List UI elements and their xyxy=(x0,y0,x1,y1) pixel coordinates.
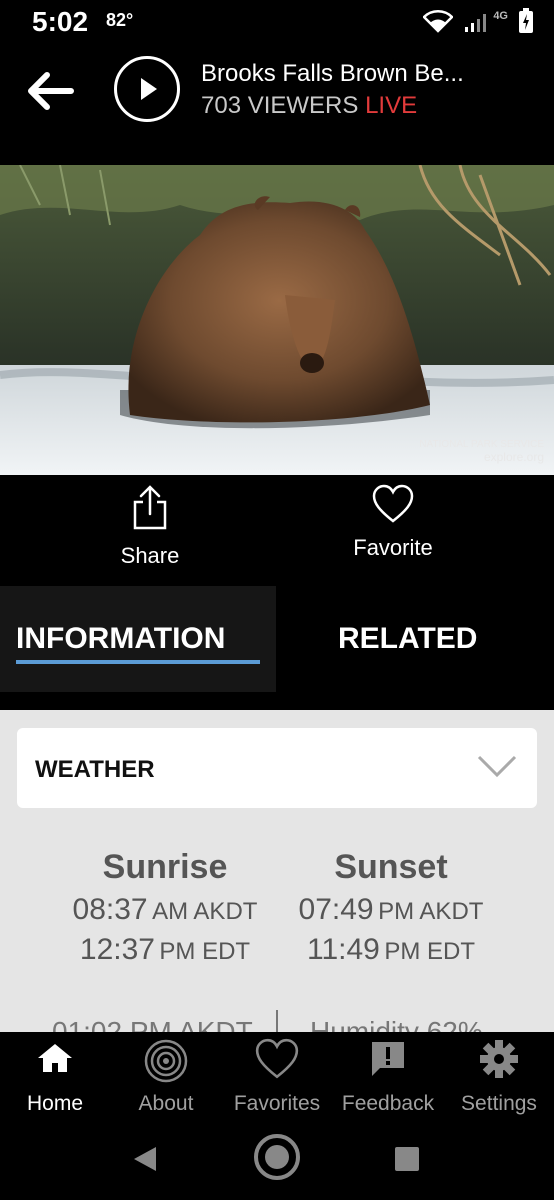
tab-information[interactable]: INFORMATION xyxy=(0,586,276,692)
nav-home-label: Home xyxy=(26,1092,84,1115)
video-watermark: NATIONAL PARK SERVICE explore.org xyxy=(419,439,544,464)
gear-icon xyxy=(480,1040,518,1078)
sunset-akdt-time: 07:49 xyxy=(298,893,374,926)
about-icon xyxy=(144,1039,188,1083)
live-badge: LIVE xyxy=(365,92,418,119)
back-button[interactable] xyxy=(22,66,78,116)
heart-icon xyxy=(255,1038,299,1079)
column-divider xyxy=(276,1010,278,1032)
network-type: 4G xyxy=(493,10,508,22)
viewer-count: 703 VIEWERS LIVE xyxy=(201,92,417,120)
favorite-button[interactable]: Favorite xyxy=(303,484,483,574)
nav-settings-label: Settings xyxy=(461,1092,537,1115)
status-temperature: 82° xyxy=(106,10,134,30)
sunrise-block: Sunrise 08:37 AM AKDT 12:37 PM EDT xyxy=(50,848,280,967)
chevron-down-icon xyxy=(477,755,517,778)
partial-time: 01:02 PM AKDT xyxy=(52,1016,253,1032)
sunset-akdt-unit: PM AKDT xyxy=(378,898,484,925)
heart-icon xyxy=(372,484,414,523)
status-time: 5:02 xyxy=(32,6,89,37)
sunrise-heading: Sunrise xyxy=(102,848,228,886)
sunset-edt-unit: PM EDT xyxy=(384,938,475,965)
system-home-icon[interactable] xyxy=(252,1132,302,1182)
home-icon xyxy=(38,1044,72,1072)
sunset-block: Sunset 07:49 PM AKDT 11:49 PM EDT xyxy=(276,848,506,967)
tab-related[interactable]: RELATED xyxy=(276,586,554,692)
sunset-heading: Sunset xyxy=(334,848,448,886)
arrow-left-icon xyxy=(28,72,74,110)
information-panel: WEATHER Sunrise 08:37 AM AKDT 12:37 PM E… xyxy=(0,710,554,1032)
status-icons: 4G xyxy=(423,6,534,36)
sunrise-edt-time: 12:37 xyxy=(79,933,155,966)
system-navigation xyxy=(0,1132,554,1200)
tab-bar: INFORMATION RELATED xyxy=(0,586,554,692)
sunset-edt-time: 11:49 xyxy=(307,933,380,966)
battery-icon xyxy=(519,8,533,33)
weather-label: WEATHER xyxy=(35,756,155,783)
stream-title: Brooks Falls Brown Be... xyxy=(201,60,464,87)
partial-humidity: Humidity 62% xyxy=(310,1016,483,1032)
nav-home[interactable]: Home xyxy=(0,1032,110,1132)
feedback-icon xyxy=(372,1042,404,1076)
sunrise-akdt-time: 08:37 xyxy=(72,893,148,926)
nav-about-label: About xyxy=(138,1092,194,1115)
nav-favorites-label: Favorites xyxy=(233,1092,321,1115)
bottom-navigation: Home About Favorites Feedback Settings xyxy=(0,1032,554,1132)
system-recents-icon[interactable] xyxy=(394,1146,420,1172)
share-icon xyxy=(133,485,167,530)
nav-about[interactable]: About xyxy=(111,1032,221,1132)
nav-feedback[interactable]: Feedback xyxy=(333,1032,443,1132)
play-button[interactable] xyxy=(114,56,180,122)
tab-information-label: INFORMATION xyxy=(16,622,226,655)
viewers-label: 703 VIEWERS xyxy=(201,92,359,119)
share-label: Share xyxy=(120,543,180,568)
sunrise-edt-unit: PM EDT xyxy=(159,938,251,965)
nav-favorites[interactable]: Favorites xyxy=(222,1032,332,1132)
weather-dropdown[interactable]: WEATHER xyxy=(17,728,537,808)
wifi-icon xyxy=(423,10,454,33)
share-button[interactable]: Share xyxy=(60,484,240,574)
nav-feedback-label: Feedback xyxy=(341,1092,435,1115)
nav-settings[interactable]: Settings xyxy=(444,1032,554,1132)
video-frame xyxy=(0,165,554,475)
sunrise-akdt-unit: AM AKDT xyxy=(152,898,258,925)
signal-icon xyxy=(465,14,487,32)
video-player[interactable]: NATIONAL PARK SERVICE explore.org xyxy=(0,165,554,475)
play-icon xyxy=(141,78,157,100)
active-tab-indicator xyxy=(16,660,260,664)
system-back-icon[interactable] xyxy=(130,1144,160,1174)
favorite-label: Favorite xyxy=(353,535,433,560)
tab-related-label: RELATED xyxy=(338,622,478,655)
